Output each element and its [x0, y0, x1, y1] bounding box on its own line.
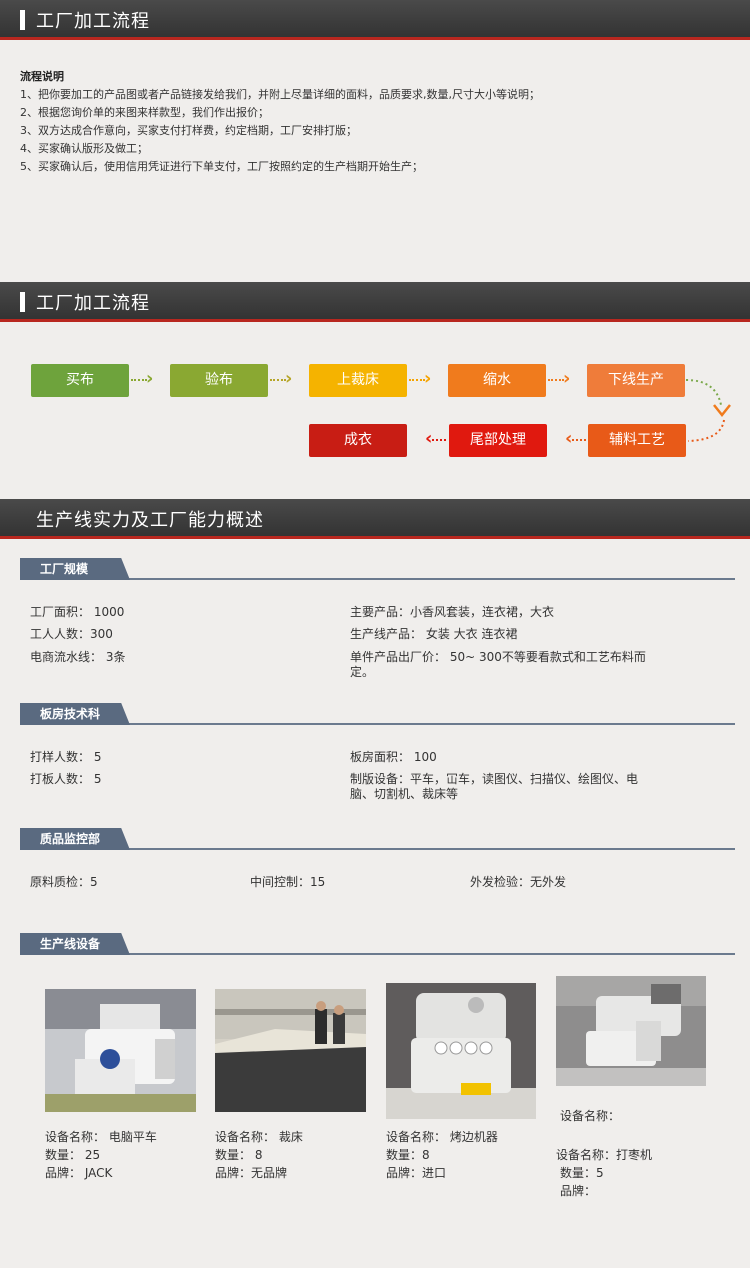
flow-step-production: 下线生产 — [587, 364, 685, 397]
equipment-brand: 品牌：无品牌 — [215, 1166, 288, 1180]
flow-step-accessories: 辅料工艺 — [588, 424, 686, 457]
subsection-tab: 工厂规模 — [20, 558, 130, 580]
subsection-factory-scale: 工厂规模 — [20, 558, 735, 580]
subsection-tab: 生产线设备 — [20, 933, 130, 955]
equipment-photo-cutting-bed — [215, 989, 366, 1112]
equipment-caption: 设备名称： 电脑平车 数量： 25 品牌： JACK — [45, 1128, 157, 1182]
raw-material-qc: 原料质检：5 — [30, 875, 98, 889]
equipment-name: 设备名称： 烤边机器 — [386, 1130, 498, 1144]
section-title: 工厂加工流程 — [36, 293, 150, 314]
equipment-caption: 设备名称： 裁床 数量： 8 品牌：无品牌 — [215, 1128, 303, 1182]
outsourced-inspection: 外发检验：无外发 — [470, 875, 567, 889]
flow-connector — [432, 439, 446, 441]
equipment-name: 设备名称：打枣机 — [556, 1148, 653, 1162]
pattern-makers: 打板人数： 5 — [30, 772, 102, 786]
factory-area: 工厂面积： 1000 — [30, 605, 125, 619]
subsection-quality: 质品监控部 — [20, 828, 735, 850]
flow-step-finishing: 尾部处理 — [449, 424, 547, 457]
flow-step-shrink: 缩水 — [448, 364, 546, 397]
equipment-qty: 数量：8 — [386, 1148, 430, 1162]
equipment-qty: 数量： 8 — [215, 1148, 263, 1162]
flow-step-garment: 成衣 — [309, 424, 407, 457]
chevron-right-icon: › — [146, 368, 154, 389]
equipment-caption-empty: 设备名称： — [560, 1109, 621, 1123]
unit-price: 单件产品出厂价： 50~ 300不等要看款式和工艺布料而定。 — [350, 650, 646, 679]
header-mark — [20, 292, 25, 312]
main-products: 主要产品：小香风套装，连衣裙，大衣 — [350, 605, 555, 619]
sample-makers: 打样人数： 5 — [30, 750, 102, 764]
equipment-photo-sewing-machine — [45, 989, 196, 1112]
equipment-name: 设备名称： 裁床 — [215, 1130, 303, 1144]
process-intro: 流程说明 1、把你要加工的产品图或者产品链接发给我们，并附上尽量详细的面料，品质… — [20, 68, 540, 176]
subsection-tab: 板房技术科 — [20, 703, 130, 725]
flow-step-inspect: 验布 — [170, 364, 268, 397]
worker-count: 工人人数：300 — [30, 627, 113, 641]
section-header-process: 工厂加工流程 — [0, 0, 750, 40]
header-mark — [20, 10, 25, 30]
flow-step-cutting: 上裁床 — [309, 364, 407, 397]
flow-connector — [409, 379, 425, 381]
flow-connector — [572, 439, 586, 441]
midway-control: 中间控制：15 — [250, 875, 326, 889]
equipment-photo-overlock — [386, 983, 536, 1119]
pattern-equipment: 制版设备：平车，冚车，读图仪、扫描仪、绘图仪、电脑、切割机、裁床等 — [350, 772, 639, 801]
equipment-photo-bartack — [556, 976, 706, 1086]
chevron-right-icon: › — [424, 368, 432, 389]
intro-heading: 流程说明 — [20, 70, 64, 83]
intro-line: 4、买家确认版形及做工； — [20, 142, 148, 155]
subsection-equipment: 生产线设备 — [20, 933, 735, 955]
line-products: 生产线产品： 女装 大衣 连衣裙 — [350, 627, 518, 641]
flow-connector — [548, 379, 564, 381]
equipment-caption: 设备名称：打枣机 数量：5 品牌： — [556, 1146, 652, 1200]
intro-line: 5、买家确认后，使用信用凭证进行下单支付，工厂按照约定的生产档期开始生产； — [20, 160, 423, 173]
section-title: 生产线实力及工厂能力概述 — [36, 510, 264, 531]
chevron-right-icon: › — [285, 368, 293, 389]
section-title: 工厂加工流程 — [36, 11, 150, 32]
intro-line: 2、根据您询价单的来图来样款型，我们作出报价； — [20, 106, 269, 119]
section-header-flow: 工厂加工流程 — [0, 282, 750, 322]
flow-step-buy-fabric: 买布 — [31, 364, 129, 397]
section-header-capacity: 生产线实力及工厂能力概述 — [0, 499, 750, 539]
flow-connector — [270, 379, 286, 381]
chevron-right-icon: › — [563, 368, 571, 389]
flow-connector — [131, 379, 147, 381]
subsection-tab: 质品监控部 — [20, 828, 130, 850]
equipment-brand: 品牌： — [560, 1184, 597, 1198]
flow-turn-connector — [686, 379, 731, 442]
subsection-pattern-room: 板房技术科 — [20, 703, 735, 725]
intro-line: 3、双方达成合作意向，买家支付打样费，约定档期，工厂安排打版； — [20, 124, 357, 137]
equipment-brand: 品牌： JACK — [45, 1166, 113, 1180]
equipment-qty: 数量：5 — [560, 1166, 604, 1180]
pattern-room-area: 板房面积： 100 — [350, 750, 437, 764]
equipment-caption: 设备名称： 烤边机器 数量：8 品牌：进口 — [386, 1128, 498, 1182]
equipment-brand: 品牌：进口 — [386, 1166, 447, 1180]
intro-line: 1、把你要加工的产品图或者产品链接发给我们，并附上尽量详细的面料，品质要求,数量… — [20, 88, 540, 101]
equipment-name: 设备名称： 电脑平车 — [45, 1130, 157, 1144]
equipment-qty: 数量： 25 — [45, 1148, 101, 1162]
ecommerce-lines: 电商流水线： 3条 — [30, 650, 126, 664]
